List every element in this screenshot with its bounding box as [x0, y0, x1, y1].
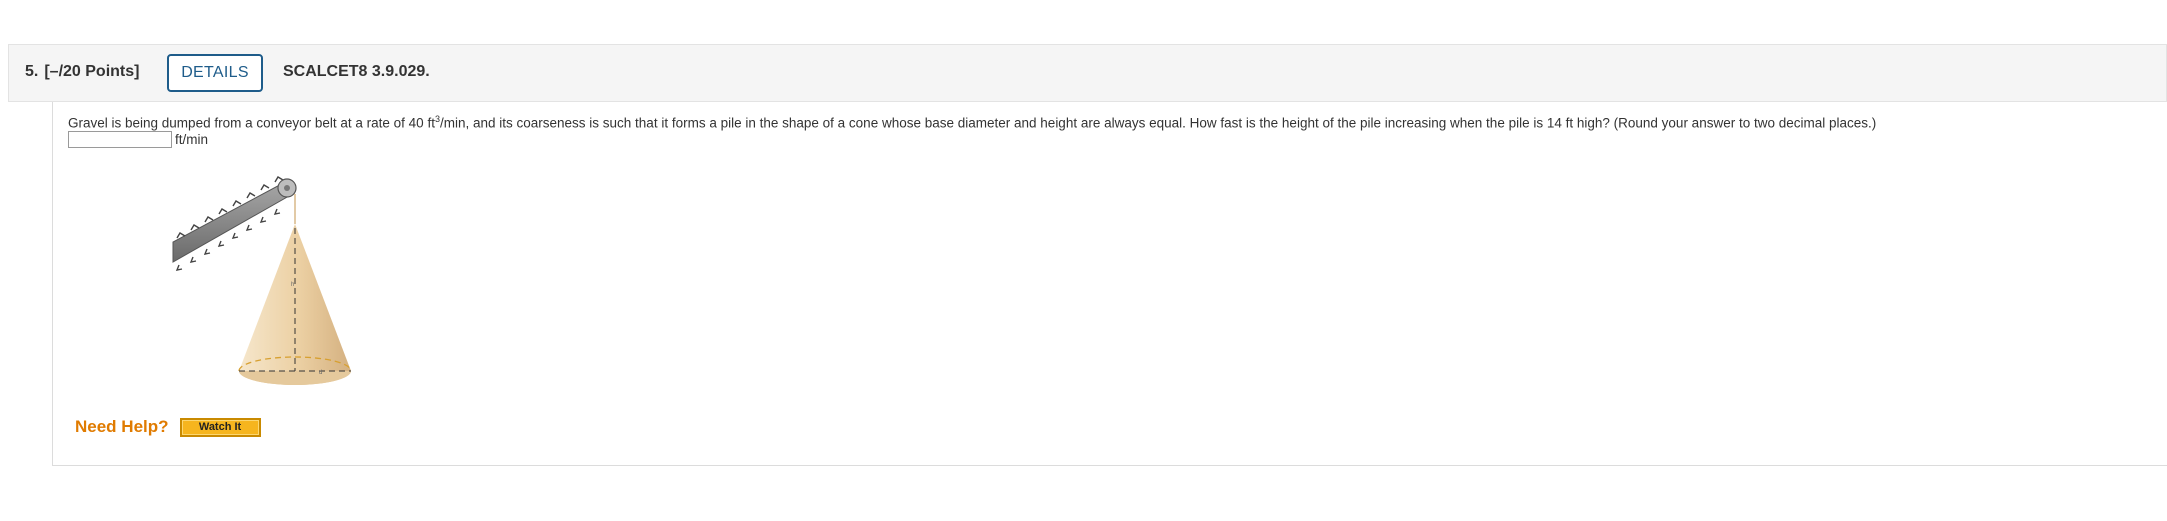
gravel-cone: h d	[238, 224, 352, 385]
question-prompt: Gravel is being dumped from a conveyor b…	[68, 114, 1876, 131]
answer-row: ft/min	[68, 131, 208, 148]
question-number-line: 5. [–/20 Points]	[25, 63, 139, 81]
watch-it-button[interactable]: Watch It	[179, 417, 261, 437]
details-button[interactable]: DETAILS	[167, 54, 263, 92]
conveyor-cone-illustration: h d	[172, 176, 352, 385]
conveyor-cone-figure: h d	[171, 166, 371, 393]
need-help-row: Need Help? Watch It	[75, 417, 261, 437]
prompt-text-end: /min, and its coarseness is such that it…	[439, 115, 1877, 131]
answer-unit: ft/min	[175, 132, 209, 147]
question-points: [–/20 Points]	[44, 63, 140, 80]
need-help-label: Need Help?	[75, 417, 169, 436]
question-number: 5.	[25, 63, 39, 80]
prompt-text-start: Gravel is being dumped from a conveyor b…	[68, 115, 435, 131]
question-id: SCALCET8 3.9.029.	[283, 63, 430, 80]
question-header: 5. [–/20 Points] DETAILS SCALCET8 3.9.029…	[8, 44, 2167, 102]
conveyor-belt	[172, 176, 297, 271]
height-label: h	[291, 282, 294, 288]
diameter-label: d	[319, 370, 322, 376]
answer-input[interactable]	[68, 131, 172, 148]
question-content: Gravel is being dumped from a conveyor b…	[52, 102, 2167, 466]
